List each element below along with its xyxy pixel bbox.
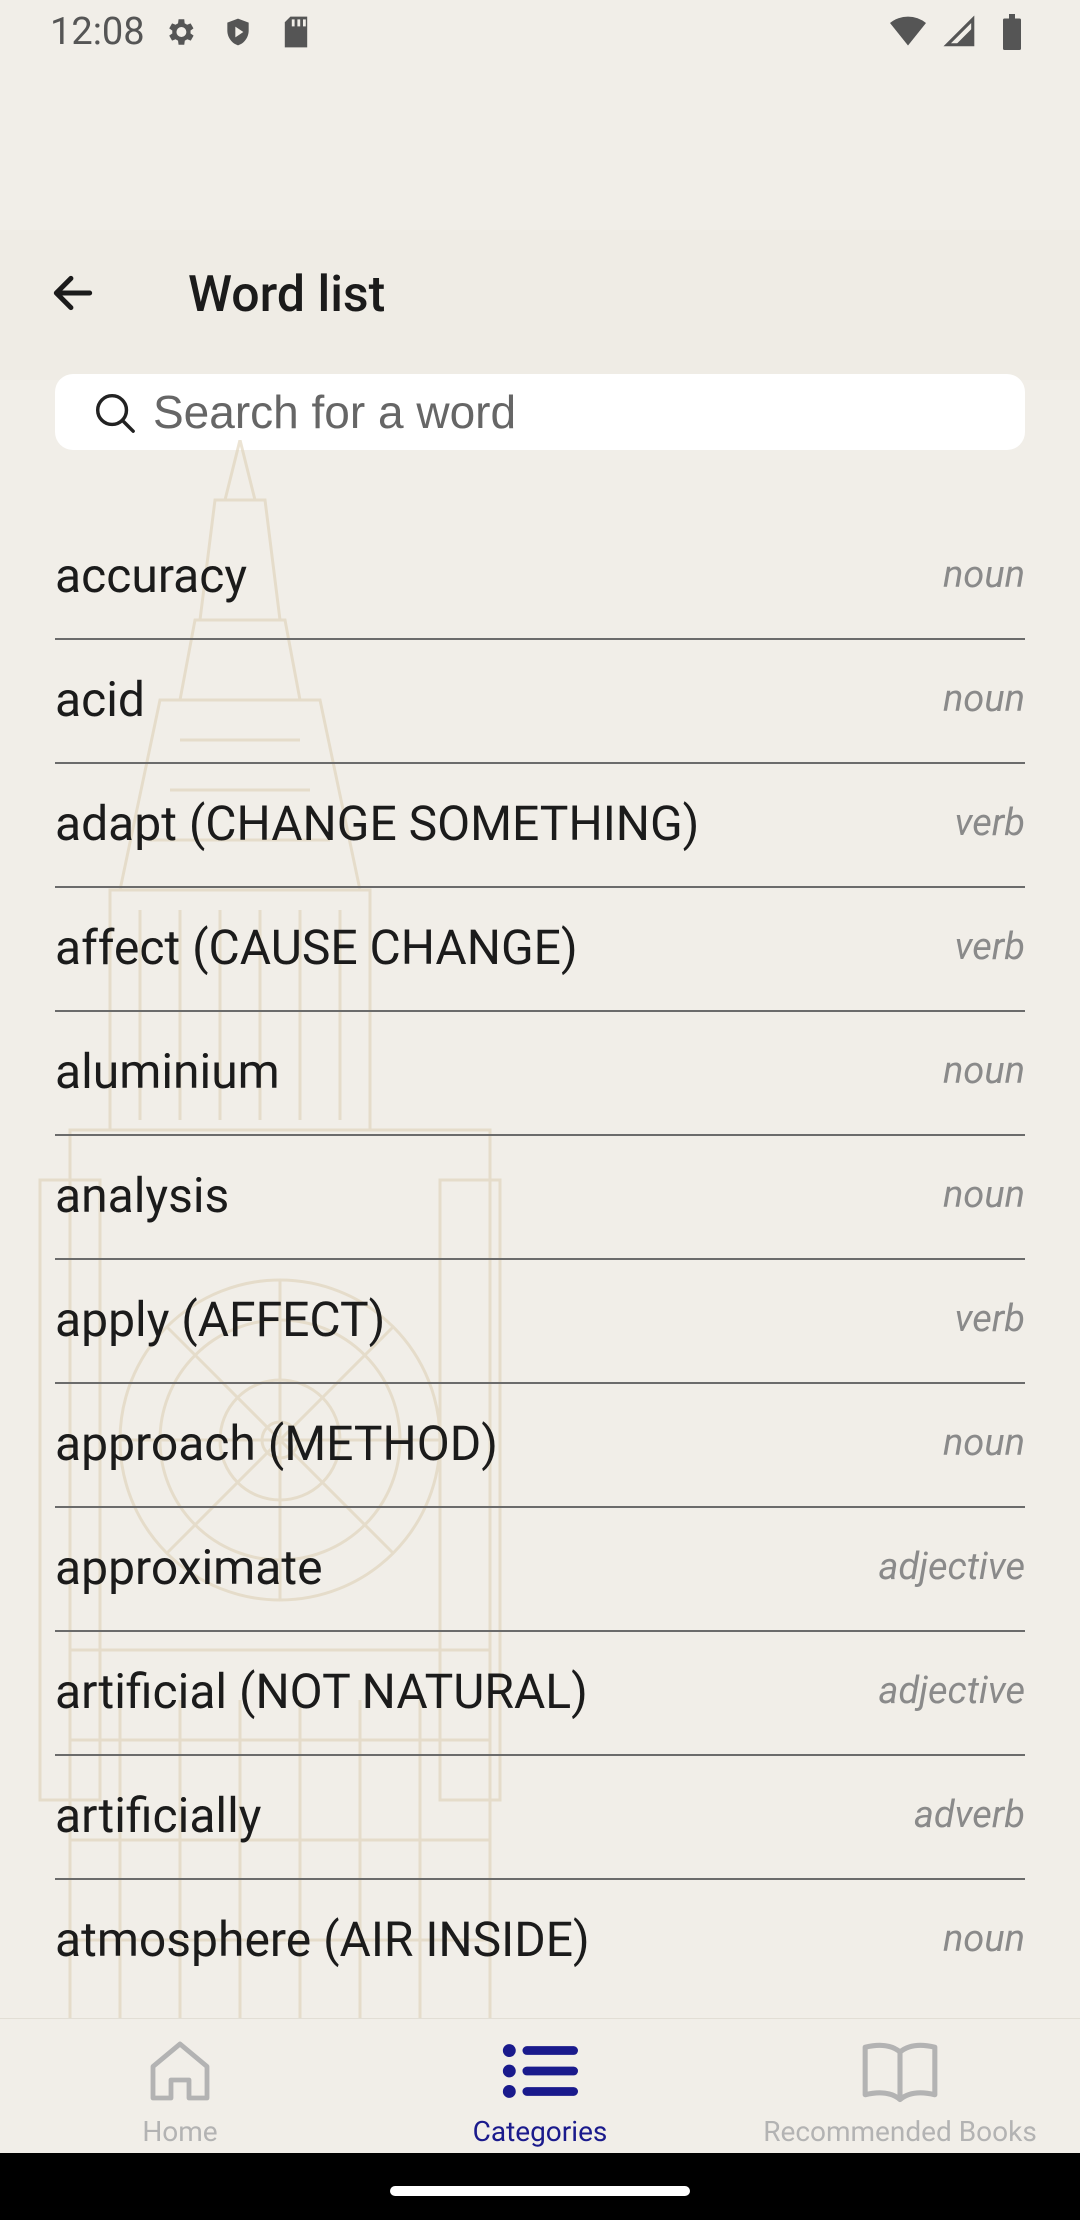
list-item[interactable]: atmosphere (AIR INSIDE) noun: [55, 1880, 1025, 2002]
sd-card-icon: [278, 14, 314, 50]
part-of-speech: adverb: [913, 1793, 1025, 1837]
list-item[interactable]: analysis noun: [55, 1136, 1025, 1260]
home-icon: [140, 2033, 220, 2109]
word-list: accuracy noun acid noun adapt (CHANGE SOMETH…: [55, 516, 1025, 2002]
word-text: artificial (NOT NATURAL): [55, 1662, 588, 1720]
word-text: artificially: [55, 1786, 262, 1844]
home-gesture-handle[interactable]: [390, 2186, 690, 2196]
list-item[interactable]: accuracy noun: [55, 516, 1025, 640]
word-text: acid: [55, 670, 145, 728]
nav-label-categories: Categories: [472, 2115, 608, 2148]
word-text: analysis: [55, 1166, 230, 1224]
part-of-speech: verb: [954, 1297, 1025, 1341]
back-arrow-icon: [48, 268, 98, 322]
list-item[interactable]: affect (CAUSE CHANGE) verb: [55, 888, 1025, 1012]
page-title: Word list: [188, 266, 386, 324]
gear-icon: [162, 14, 198, 50]
list-item[interactable]: apply (AFFECT) verb: [55, 1260, 1025, 1384]
word-text: aluminium: [55, 1042, 280, 1100]
battery-icon: [994, 14, 1030, 50]
nav-item-recommended-books[interactable]: Recommended Books: [720, 2019, 1080, 2154]
part-of-speech: adjective: [878, 1545, 1025, 1589]
word-text: accuracy: [55, 546, 248, 604]
list-item[interactable]: approach (METHOD) noun: [55, 1384, 1025, 1508]
status-time: 12:08: [50, 10, 145, 54]
part-of-speech: noun: [942, 677, 1025, 721]
part-of-speech: verb: [954, 925, 1025, 969]
signal-icon: [942, 14, 978, 50]
status-icons-right: [890, 14, 1030, 50]
wifi-icon: [890, 14, 926, 50]
status-bar: 12:08: [0, 0, 1080, 66]
search-box[interactable]: [55, 374, 1025, 450]
bottom-nav: Home Categories Recommended Books: [0, 2018, 1080, 2154]
word-text: adapt (CHANGE SOMETHING): [55, 794, 700, 852]
app-bar: [0, 230, 1080, 380]
part-of-speech: verb: [954, 801, 1025, 845]
part-of-speech: noun: [942, 1917, 1025, 1961]
word-text: approximate: [55, 1538, 323, 1596]
list-item[interactable]: acid noun: [55, 640, 1025, 764]
nav-label-recommended-books: Recommended Books: [763, 2115, 1037, 2148]
search-input[interactable]: [153, 385, 1025, 439]
list-icon: [500, 2033, 580, 2109]
list-item[interactable]: aluminium noun: [55, 1012, 1025, 1136]
part-of-speech: noun: [942, 553, 1025, 597]
nav-item-categories[interactable]: Categories: [360, 2019, 720, 2154]
shield-icon: [220, 14, 256, 50]
list-item[interactable]: adapt (CHANGE SOMETHING) verb: [55, 764, 1025, 888]
search-icon: [89, 387, 139, 437]
word-text: affect (CAUSE CHANGE): [55, 918, 578, 976]
word-text: apply (AFFECT): [55, 1290, 386, 1348]
book-icon: [860, 2033, 940, 2109]
status-icons-left: [162, 14, 314, 50]
list-item[interactable]: artificially adverb: [55, 1756, 1025, 1880]
part-of-speech: noun: [942, 1173, 1025, 1217]
word-text: approach (METHOD): [55, 1414, 498, 1472]
nav-label-home: Home: [142, 2115, 218, 2148]
part-of-speech: noun: [942, 1421, 1025, 1465]
part-of-speech: adjective: [878, 1669, 1025, 1713]
back-button[interactable]: [40, 262, 106, 328]
word-text: atmosphere (AIR INSIDE): [55, 1910, 590, 1968]
nav-item-home[interactable]: Home: [0, 2019, 360, 2154]
part-of-speech: noun: [942, 1049, 1025, 1093]
list-item[interactable]: artificial (NOT NATURAL) adjective: [55, 1632, 1025, 1756]
list-item[interactable]: approximate adjective: [55, 1508, 1025, 1632]
